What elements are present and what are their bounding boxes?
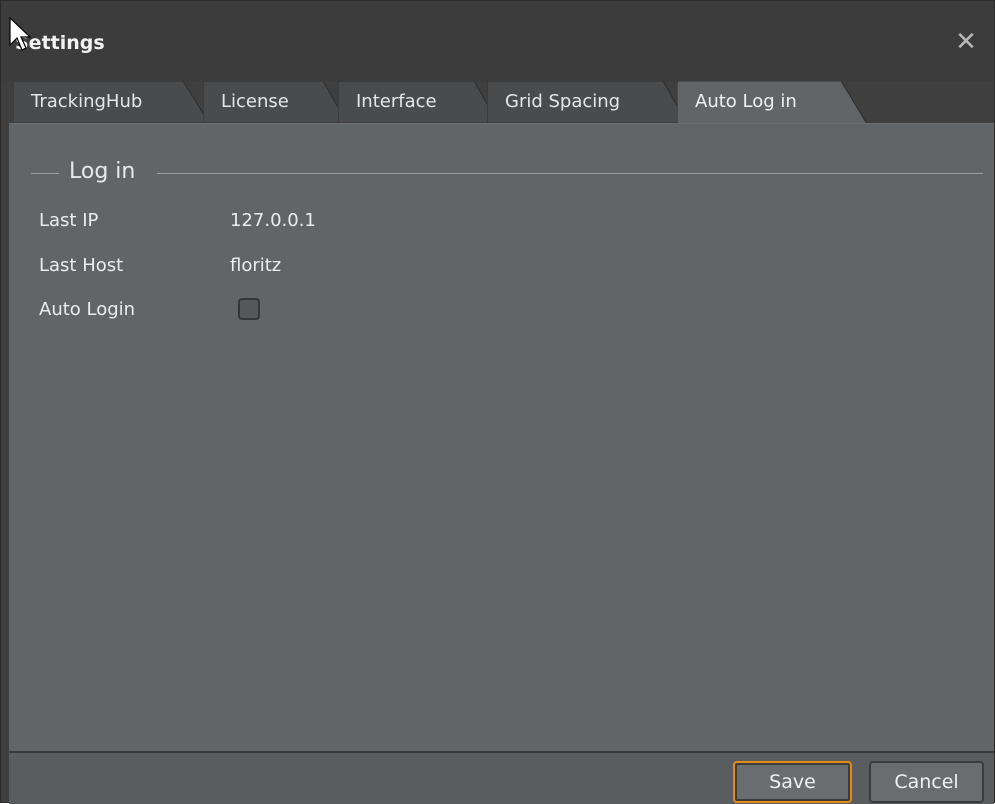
auto-login-checkbox[interactable] [238,298,260,320]
cancel-button[interactable]: Cancel [869,761,984,803]
save-button[interactable]: Save [733,761,852,803]
tab-content-panel: Log in Last IP 127.0.0.1 Last Host flori… [9,123,994,752]
group-divider-left [31,173,59,174]
tab-label: Grid Spacing [505,91,621,112]
title-bar: Settings ✕ [1,1,994,81]
group-divider-right [157,173,983,174]
group-header-log-in: Log in [31,159,983,186]
last-ip-value: 127.0.0.1 [230,210,316,231]
settings-window: Settings ✕ TrackingHub License Interface [0,0,995,804]
last-ip-label: Last IP [39,210,99,231]
mouse-pointer-icon [9,17,32,51]
tab-interface[interactable]: Interface [338,81,498,123]
last-host-label: Last Host [39,255,124,276]
close-icon[interactable]: ✕ [952,28,980,56]
tab-license[interactable]: License [203,81,347,123]
auto-login-label: Auto Login [39,299,136,320]
tab-trackinghub[interactable]: TrackingHub [13,81,209,123]
tab-label: TrackingHub [31,91,143,112]
last-host-value: floritz [230,255,282,276]
group-title: Log in [69,159,136,184]
tab-label: Interface [356,91,437,112]
dialog-footer: Save Cancel [9,751,994,804]
tab-label: License [221,91,289,112]
tab-label: Auto Log in [695,91,797,112]
tab-grid-spacing[interactable]: Grid Spacing [487,81,687,123]
tab-auto-log-in[interactable]: Auto Log in [677,81,867,124]
